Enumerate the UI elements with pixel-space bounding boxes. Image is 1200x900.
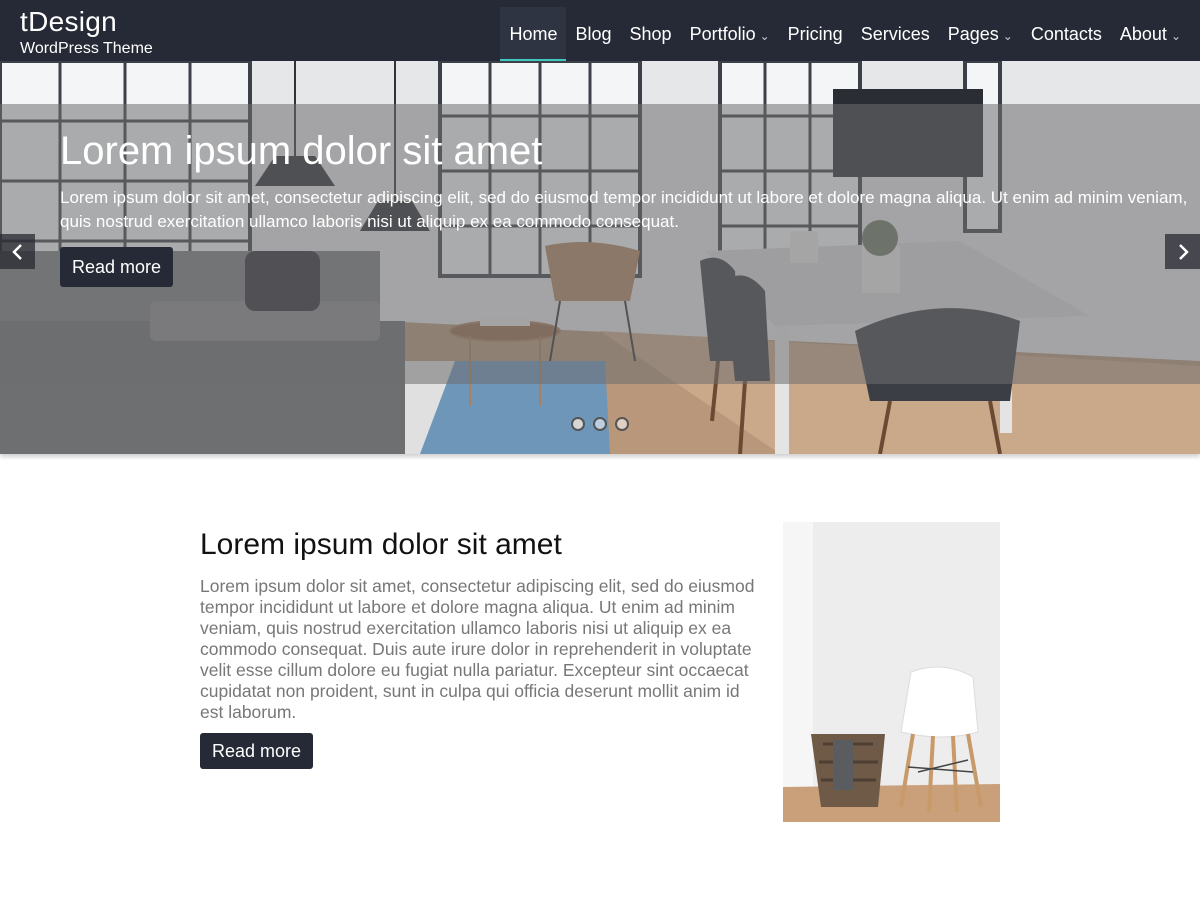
nav-item-services[interactable]: Services: [852, 7, 939, 61]
feature-read-more-button[interactable]: Read more: [200, 733, 314, 769]
nav-item-label: Services: [860, 23, 930, 44]
nav-item-about[interactable]: About ⌄: [1111, 7, 1190, 61]
site-tagline: WordPress Theme: [20, 40, 153, 57]
nav-item-label: Pricing: [787, 23, 843, 44]
nav-item-shop[interactable]: Shop: [621, 7, 681, 61]
nav-item-label: Blog: [575, 23, 612, 44]
nav-item-label: Pages: [947, 23, 999, 44]
slider-dot-3[interactable]: [615, 417, 629, 431]
site-header: tDesign WordPress Theme Home Blog Shop P…: [0, 0, 1200, 61]
feature-title: Lorem ipsum dolor sit amet: [200, 528, 562, 561]
nav-item-label: Shop: [629, 23, 672, 44]
chevron-down-icon: ⌄: [1002, 29, 1013, 43]
nav-item-label: Contacts: [1030, 23, 1102, 44]
site-title[interactable]: tDesign: [20, 6, 153, 38]
slider-dot-2[interactable]: [593, 417, 607, 431]
slider-dot-1[interactable]: [571, 417, 585, 431]
nav-item-label: Portfolio: [689, 23, 756, 44]
main-nav: Home Blog Shop Portfolio ⌄ Pricing Servic…: [500, 7, 1190, 61]
hero-slider: Lorem ipsum dolor sit amet Lorem ipsum d…: [0, 61, 1200, 454]
feature-section: Lorem ipsum dolor sit amet Lorem ipsum d…: [200, 526, 765, 769]
site-brand[interactable]: tDesign WordPress Theme: [20, 6, 153, 58]
feature-image: [783, 522, 1000, 822]
nav-item-blog[interactable]: Blog: [566, 7, 620, 61]
nav-item-label: About: [1119, 23, 1167, 44]
slide-title: Lorem ipsum dolor sit amet: [60, 129, 543, 173]
slider-prev-button[interactable]: [0, 234, 35, 269]
slider-next-button[interactable]: [1165, 234, 1200, 269]
nav-item-home[interactable]: Home: [500, 7, 567, 61]
nav-item-portfolio[interactable]: Portfolio ⌄: [681, 7, 779, 61]
slide-caption: Lorem ipsum dolor sit amet Lorem ipsum d…: [60, 128, 1195, 287]
feature-text: Lorem ipsum dolor sit amet, consectetur …: [200, 576, 755, 722]
nav-item-label: Home: [509, 23, 558, 44]
slide-read-more-button[interactable]: Read more: [60, 247, 174, 287]
slider-pagination: [571, 417, 629, 431]
chevron-left-icon: [11, 243, 22, 260]
chevron-right-icon: [1178, 243, 1189, 260]
slide-text: Lorem ipsum dolor sit amet, consectetur …: [60, 188, 1188, 231]
nav-item-pricing[interactable]: Pricing: [779, 7, 852, 61]
chevron-down-icon: ⌄: [1170, 29, 1181, 43]
nav-item-contacts[interactable]: Contacts: [1022, 7, 1111, 61]
chevron-down-icon: ⌄: [759, 29, 770, 43]
nav-item-pages[interactable]: Pages ⌄: [939, 7, 1022, 61]
